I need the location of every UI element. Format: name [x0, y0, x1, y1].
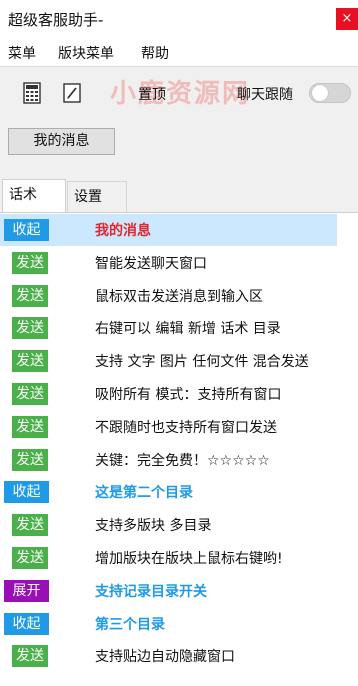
send-badge[interactable]: 发送 — [12, 514, 48, 537]
script-text: 支持 文字 图片 任何文件 混合发送 — [95, 354, 309, 371]
list-item[interactable]: 发送 右键可以 编辑 新增 话术 目录 — [0, 312, 337, 344]
script-text: 吸附所有 模式：支持所有窗口 — [95, 387, 282, 403]
collapse-badge[interactable]: 收起 — [4, 219, 49, 241]
send-badge[interactable]: 发送 — [12, 317, 48, 340]
send-badge[interactable]: 发送 — [12, 350, 48, 373]
script-list: 收起 我的消息 发送 智能发送聊天窗口 发送 鼠标双击发送消息到输入区 发送 右键可以 编辑 … — [0, 212, 358, 686]
script-text: 鼠标双击发送消息到输入区 — [95, 288, 263, 305]
my-messages-button[interactable]: 我的消息 — [8, 128, 115, 155]
list-folder-row[interactable]: 收起 第三个目录 — [0, 608, 337, 640]
folder-title: 第三个目录 — [95, 616, 165, 633]
script-text: 增加版块在版块上鼠标右键哟! — [95, 551, 283, 567]
expand-badge[interactable]: 展开 — [4, 579, 49, 602]
script-text: 智能发送聊天窗口 — [95, 255, 207, 272]
send-badge[interactable]: 发送 — [12, 547, 48, 569]
script-text: 支持贴边自动隐藏窗口 — [95, 649, 235, 666]
list-item[interactable]: 发送 支持 文字 图片 任何文件 混合发送 — [0, 345, 337, 377]
messages-panel: 我的消息 — [0, 118, 358, 178]
collapse-badge[interactable]: 收起 — [4, 612, 49, 635]
pin-on-top-label[interactable]: 置顶 — [138, 84, 166, 104]
list-item[interactable]: 发送 增加版块在版块上鼠标右键哟! — [0, 542, 337, 574]
edit-note-icon[interactable] — [62, 82, 82, 104]
script-text: 关键：完全免费！☆☆☆☆☆ — [95, 452, 270, 469]
folder-title: 这是第二个目录 — [95, 485, 193, 502]
send-badge[interactable]: 发送 — [12, 383, 48, 405]
script-text: 不跟随时也支持所有窗口发送 — [95, 419, 277, 436]
list-folder-row[interactable]: 收起 我的消息 — [0, 214, 337, 246]
title-bar: 超级客服助手- × — [0, 0, 358, 38]
close-button[interactable]: × — [336, 8, 358, 30]
tab-scripts[interactable]: 话术 — [2, 179, 66, 212]
send-badge[interactable]: 发送 — [12, 415, 48, 438]
script-text: 支持多版块 多目录 — [95, 518, 212, 535]
list-folder-row[interactable]: 展开 支持记录目录开关 — [0, 575, 337, 607]
list-folder-row[interactable]: 收起 这是第二个目录 — [0, 476, 337, 508]
menu-item-menu[interactable]: 菜单 — [8, 43, 36, 63]
list-item[interactable]: 发送 不跟随时也支持所有窗口发送 — [0, 411, 337, 443]
collapse-badge[interactable]: 收起 — [4, 481, 49, 504]
toggle-knob — [312, 85, 328, 101]
list-item[interactable]: 发送 支持贴边自动隐藏窗口 — [0, 640, 337, 672]
list-item[interactable]: 发送 吸附所有 模式：支持所有窗口 — [0, 378, 337, 410]
menu-item-help[interactable]: 帮助 — [141, 43, 169, 63]
menu-item-section-menu[interactable]: 版块菜单 — [58, 43, 114, 63]
tab-strip: 话术 设置 — [0, 178, 358, 212]
list-item[interactable]: 发送 支持多版块 多目录 — [0, 509, 337, 541]
send-badge[interactable]: 发送 — [12, 645, 48, 668]
chat-follow-toggle[interactable] — [309, 83, 351, 103]
list-item[interactable]: 发送 关键：完全免费！☆☆☆☆☆ — [0, 444, 337, 476]
script-text: 右键可以 编辑 新增 话术 目录 — [95, 321, 281, 338]
window-title: 超级客服助手- — [8, 11, 104, 29]
send-badge[interactable]: 发送 — [12, 251, 48, 274]
chat-follow-label[interactable]: 聊天跟随 — [237, 84, 293, 104]
send-badge[interactable]: 发送 — [12, 448, 48, 471]
list-item[interactable]: 发送 鼠标双击发送消息到输入区 — [0, 280, 337, 312]
folder-title: 我的消息 — [95, 223, 151, 239]
tab-settings[interactable]: 设置 — [67, 181, 127, 212]
send-badge[interactable]: 发送 — [12, 284, 48, 307]
toolbar: 小鹿资源网 置顶 聊天跟随 — [0, 66, 358, 118]
calculator-icon[interactable] — [22, 82, 42, 104]
list-item[interactable]: 发送 智能发送聊天窗口 — [0, 247, 337, 279]
watermark-text: 小鹿资源网 — [110, 79, 251, 109]
menu-bar: 菜单 版块菜单 帮助 — [0, 38, 358, 66]
folder-title: 支持记录目录开关 — [95, 583, 207, 600]
